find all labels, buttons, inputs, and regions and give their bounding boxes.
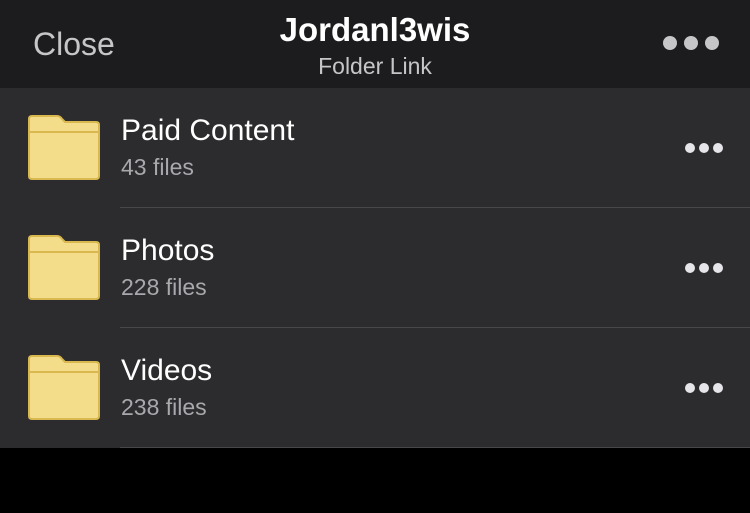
folder-icon [28,355,100,420]
more-horizontal-icon [685,383,695,393]
folder-icon [28,235,100,300]
folder-row-videos[interactable]: Videos 238 files [0,328,750,448]
more-options-button[interactable] [659,30,721,56]
folder-list: Paid Content 43 files Photos 228 files V… [0,88,750,448]
folder-more-button[interactable] [680,256,728,280]
folder-file-count: 228 files [121,274,207,300]
folder-file-count: 43 files [121,154,194,180]
navigation-bar: Close Jordanl3wis Folder Link [0,0,750,88]
folder-name: Photos [121,234,215,267]
row-divider [120,447,750,448]
more-horizontal-icon [685,143,695,153]
folder-name: Videos [121,354,213,387]
folder-row-paid-content[interactable]: Paid Content 43 files [0,88,750,208]
folder-more-button[interactable] [680,376,728,400]
more-horizontal-icon [685,263,695,273]
more-horizontal-icon [663,36,677,50]
folder-row-photos[interactable]: Photos 228 files [0,208,750,328]
folder-icon [28,115,100,180]
folder-name: Paid Content [121,114,295,147]
page-subtitle: Folder Link [318,53,432,79]
app-window: Close Jordanl3wis Folder Link Paid Conte… [0,0,750,513]
page-title: Jordanl3wis [279,11,471,48]
folder-more-button[interactable] [680,136,728,160]
folder-file-count: 238 files [121,394,207,420]
